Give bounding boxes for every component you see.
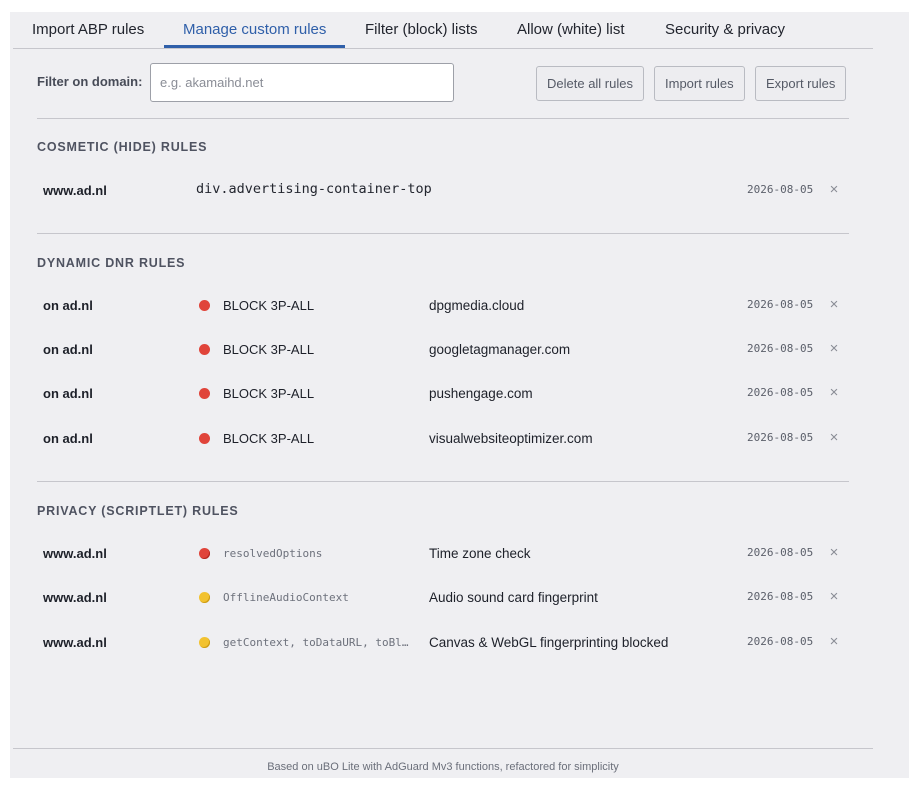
privacy-rule-row: www.ad.nl resolvedOptions Time zone chec…	[37, 543, 849, 565]
footer-credit: Based on uBO Lite with AdGuard Mv3 funct…	[267, 761, 619, 773]
tab-bar: Import ABP rules Manage custom rules Fil…	[13, 12, 873, 49]
rule-target-domain: visualwebsiteoptimizer.com	[429, 431, 593, 446]
divider	[37, 233, 849, 234]
options-panel: Import ABP rules Manage custom rules Fil…	[10, 12, 909, 778]
delete-all-rules-button[interactable]: Delete all rules	[536, 66, 644, 101]
red-circle-icon	[199, 548, 210, 559]
yellow-circle-icon	[199, 637, 210, 648]
tab-filter-block-lists[interactable]: Filter (block) lists	[346, 12, 497, 47]
remove-rule-icon[interactable]: ×	[827, 340, 841, 357]
rule-action: BLOCK 3P-ALL	[223, 342, 315, 357]
remove-rule-icon[interactable]: ×	[827, 181, 841, 198]
block-status-icon	[199, 344, 210, 355]
rule-description: Canvas & WebGL fingerprinting blocked	[429, 635, 669, 650]
privacy-rule-row: www.ad.nl OfflineAudioContext Audio soun…	[37, 587, 849, 609]
remove-rule-icon[interactable]: ×	[827, 384, 841, 401]
rule-api-names: resolvedOptions	[223, 547, 323, 560]
rule-date: 2026-08-05	[747, 590, 814, 603]
rule-description: Time zone check	[429, 546, 531, 561]
filter-domain-label: Filter on domain:	[37, 74, 143, 89]
import-rules-button[interactable]: Import rules	[654, 66, 745, 101]
remove-rule-icon[interactable]: ×	[827, 296, 841, 313]
rule-api-names: getContext, toDataURL, toBlob	[223, 636, 413, 649]
dnr-rules-heading: DYNAMIC DNR RULES	[37, 256, 186, 270]
rule-domain: on ad.nl	[43, 342, 93, 357]
cosmetic-rules-heading: COSMETIC (HIDE) RULES	[37, 140, 208, 154]
rule-date: 2026-08-05	[747, 342, 814, 355]
rule-domain: www.ad.nl	[43, 183, 107, 198]
remove-rule-icon[interactable]: ×	[827, 633, 841, 650]
rule-action: BLOCK 3P-ALL	[223, 298, 315, 313]
rule-date: 2026-08-05	[747, 386, 814, 399]
privacy-rule-row: www.ad.nl getContext, toDataURL, toBlob …	[37, 632, 849, 654]
rule-description: Audio sound card fingerprint	[429, 590, 598, 605]
tab-import-abp-rules[interactable]: Import ABP rules	[13, 12, 163, 47]
yellow-circle-icon	[199, 592, 210, 603]
footer-divider	[13, 748, 873, 749]
divider	[37, 481, 849, 482]
rule-domain: www.ad.nl	[43, 635, 107, 650]
rule-target-domain: googletagmanager.com	[429, 342, 571, 357]
cosmetic-rule-row: www.ad.nl div.advertising-container-top …	[37, 180, 849, 202]
rule-date: 2026-08-05	[747, 431, 814, 444]
export-rules-button[interactable]: Export rules	[755, 66, 847, 101]
block-status-icon	[199, 388, 210, 399]
rule-date: 2026-08-05	[747, 546, 814, 559]
dnr-rule-row: on ad.nl BLOCK 3P-ALL pushengage.com 202…	[37, 383, 849, 405]
tab-security-privacy[interactable]: Security & privacy	[646, 12, 804, 47]
dnr-rule-row: on ad.nl BLOCK 3P-ALL dpgmedia.cloud 202…	[37, 295, 849, 317]
rule-date: 2026-08-05	[747, 635, 814, 648]
remove-rule-icon[interactable]: ×	[827, 544, 841, 561]
remove-rule-icon[interactable]: ×	[827, 588, 841, 605]
rule-date: 2026-08-05	[747, 183, 814, 196]
rule-action: BLOCK 3P-ALL	[223, 386, 315, 401]
remove-rule-icon[interactable]: ×	[827, 429, 841, 446]
privacy-rules-heading: PRIVACY (SCRIPTLET) RULES	[37, 504, 239, 518]
rule-target-domain: dpgmedia.cloud	[429, 298, 525, 313]
filter-domain-input[interactable]	[150, 63, 454, 102]
rule-target-domain: pushengage.com	[429, 386, 533, 401]
block-status-icon	[199, 300, 210, 311]
dnr-rule-row: on ad.nl BLOCK 3P-ALL visualwebsiteoptim…	[37, 428, 849, 450]
rule-api-names: OfflineAudioContext	[223, 591, 349, 604]
rule-domain: www.ad.nl	[43, 590, 107, 605]
rule-domain: on ad.nl	[43, 298, 93, 313]
divider	[37, 118, 849, 119]
rule-selector: div.advertising-container-top	[196, 181, 432, 197]
tab-allow-white-list[interactable]: Allow (white) list	[498, 12, 644, 47]
block-status-icon	[199, 433, 210, 444]
rule-domain: on ad.nl	[43, 431, 93, 446]
tab-manage-custom-rules[interactable]: Manage custom rules	[164, 12, 346, 48]
rule-action: BLOCK 3P-ALL	[223, 431, 315, 446]
dnr-rule-row: on ad.nl BLOCK 3P-ALL googletagmanager.c…	[37, 339, 849, 361]
rule-date: 2026-08-05	[747, 298, 814, 311]
rule-domain: www.ad.nl	[43, 546, 107, 561]
rule-domain: on ad.nl	[43, 386, 93, 401]
